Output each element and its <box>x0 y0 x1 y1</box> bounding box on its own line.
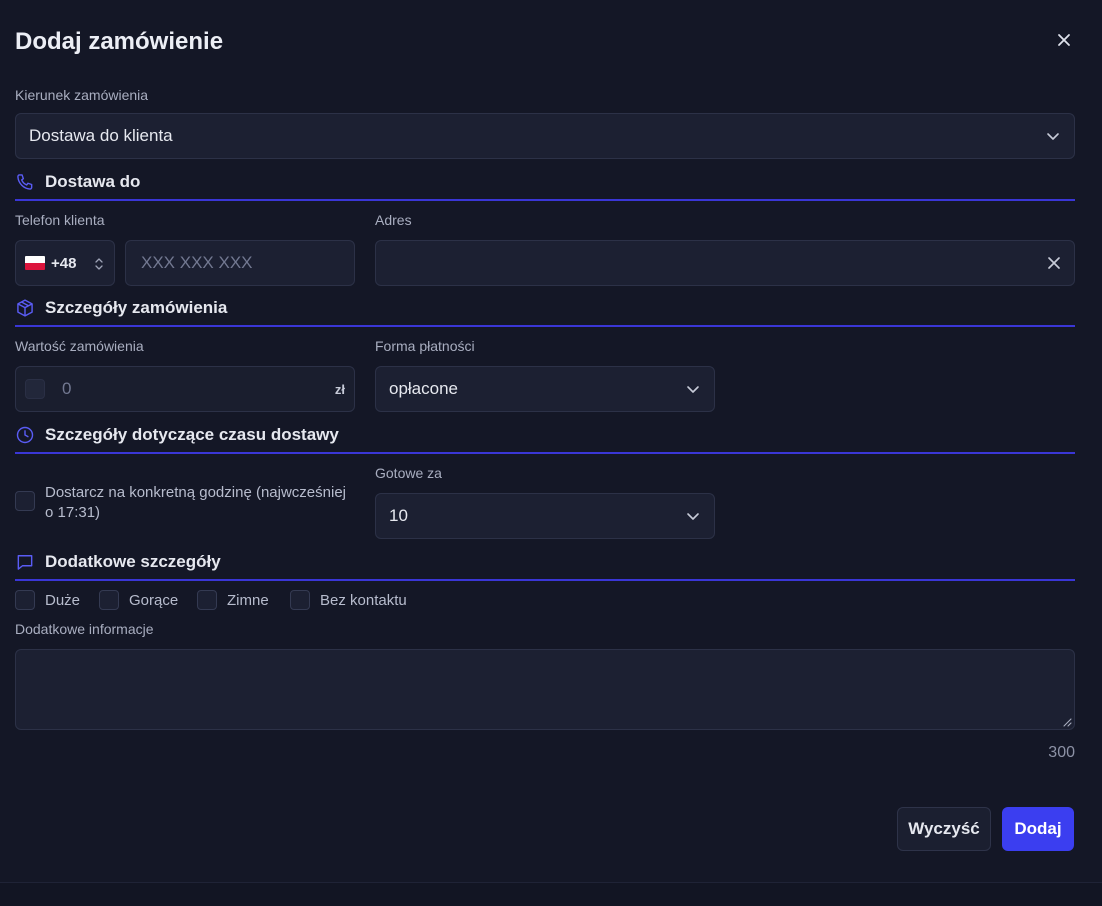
phone-icon <box>17 174 33 190</box>
currency-suffix: zł <box>334 381 345 397</box>
flag-option-large[interactable]: Duże <box>15 590 80 610</box>
order-value-checkbox[interactable] <box>25 379 45 399</box>
ready-in-label: Gotowe za <box>375 465 442 481</box>
flag-option-hot[interactable]: Gorące <box>99 590 178 610</box>
direction-label: Kierunek zamówienia <box>15 87 149 103</box>
direction-value: Dostawa do klienta <box>29 126 173 145</box>
chevron-down-icon <box>687 386 699 393</box>
clear-address-icon[interactable] <box>1046 255 1062 271</box>
flag-checkbox-hot[interactable] <box>99 590 119 610</box>
section-time-details: Szczegóły dotyczące czasu dostawy <box>15 424 1075 454</box>
flag-checkbox-cold[interactable] <box>197 590 217 610</box>
specific-time-label: Dostarcz na konkretną godzinę (najwcześn… <box>45 484 346 521</box>
specific-time-option[interactable]: Dostarcz na konkretną godzinę (najwcześn… <box>15 483 355 523</box>
flag-option-contactless[interactable]: Bez kontaktu <box>290 590 407 610</box>
country-code-select[interactable]: +48 <box>15 240 115 286</box>
payment-value: opłacone <box>389 379 459 398</box>
order-value-label: Wartość zamówienia <box>15 338 144 354</box>
background-overlay <box>0 882 1102 906</box>
package-icon <box>17 299 33 317</box>
payment-label: Forma płatności <box>375 338 475 354</box>
order-value-input[interactable]: 0 zł <box>15 366 355 412</box>
section-delivery: Dostawa do <box>15 171 1075 201</box>
flag-label-hot: Gorące <box>129 591 179 609</box>
clear-button[interactable]: Wyczyść <box>897 807 991 851</box>
add-order-dialog: Dodaj zamówienie Kierunek zamówienia Dos… <box>0 0 1102 882</box>
address-label: Adres <box>375 212 412 228</box>
add-button[interactable]: Dodaj <box>1002 807 1074 851</box>
flag-label-contactless: Bez kontaktu <box>320 591 407 609</box>
chevron-down-icon <box>687 513 699 520</box>
phone-label: Telefon klienta <box>15 212 105 228</box>
flag-label-large: Duże <box>45 591 81 609</box>
direction-select[interactable]: Dostawa do klienta <box>15 113 1075 159</box>
extra-info-textarea[interactable] <box>15 649 1075 730</box>
flag-checkbox-large[interactable] <box>15 590 35 610</box>
char-counter: 300 <box>1048 744 1075 761</box>
order-value: 0 <box>62 379 72 398</box>
specific-time-checkbox[interactable] <box>15 491 35 511</box>
section-time-details-title: Szczegóły dotyczące czasu dostawy <box>45 425 339 444</box>
close-icon <box>1058 34 1070 46</box>
flag-checkbox-contactless[interactable] <box>290 590 310 610</box>
resize-handle-icon[interactable] <box>1062 717 1072 727</box>
section-order-details-title: Szczegóły zamówienia <box>45 298 228 317</box>
phone-input[interactable]: XXX XXX XXX <box>125 240 355 286</box>
ready-in-value: 10 <box>389 506 408 525</box>
message-icon <box>17 555 33 570</box>
country-code: +48 <box>51 254 77 272</box>
dialog-title: Dodaj zamówienie <box>15 28 224 55</box>
clock-icon <box>16 426 34 444</box>
section-extra-details: Dodatkowe szczegóły <box>15 551 1075 581</box>
updown-chevron-icon <box>95 258 103 270</box>
flag-label-cold: Zimne <box>227 591 269 609</box>
extra-info-label: Dodatkowe informacje <box>15 621 154 637</box>
section-extra-details-title: Dodatkowe szczegóły <box>45 552 221 571</box>
phone-placeholder: XXX XXX XXX <box>141 253 253 272</box>
address-input[interactable] <box>375 240 1075 286</box>
flag-option-cold[interactable]: Zimne <box>197 590 269 610</box>
section-order-details: Szczegóły zamówienia <box>15 297 1075 327</box>
ready-in-select[interactable]: 10 <box>375 493 715 539</box>
chevron-down-icon <box>1047 133 1059 140</box>
payment-select[interactable]: opłacone <box>375 366 715 412</box>
close-button[interactable] <box>1052 28 1076 52</box>
section-delivery-title: Dostawa do <box>45 172 141 191</box>
poland-flag-icon <box>25 256 45 270</box>
